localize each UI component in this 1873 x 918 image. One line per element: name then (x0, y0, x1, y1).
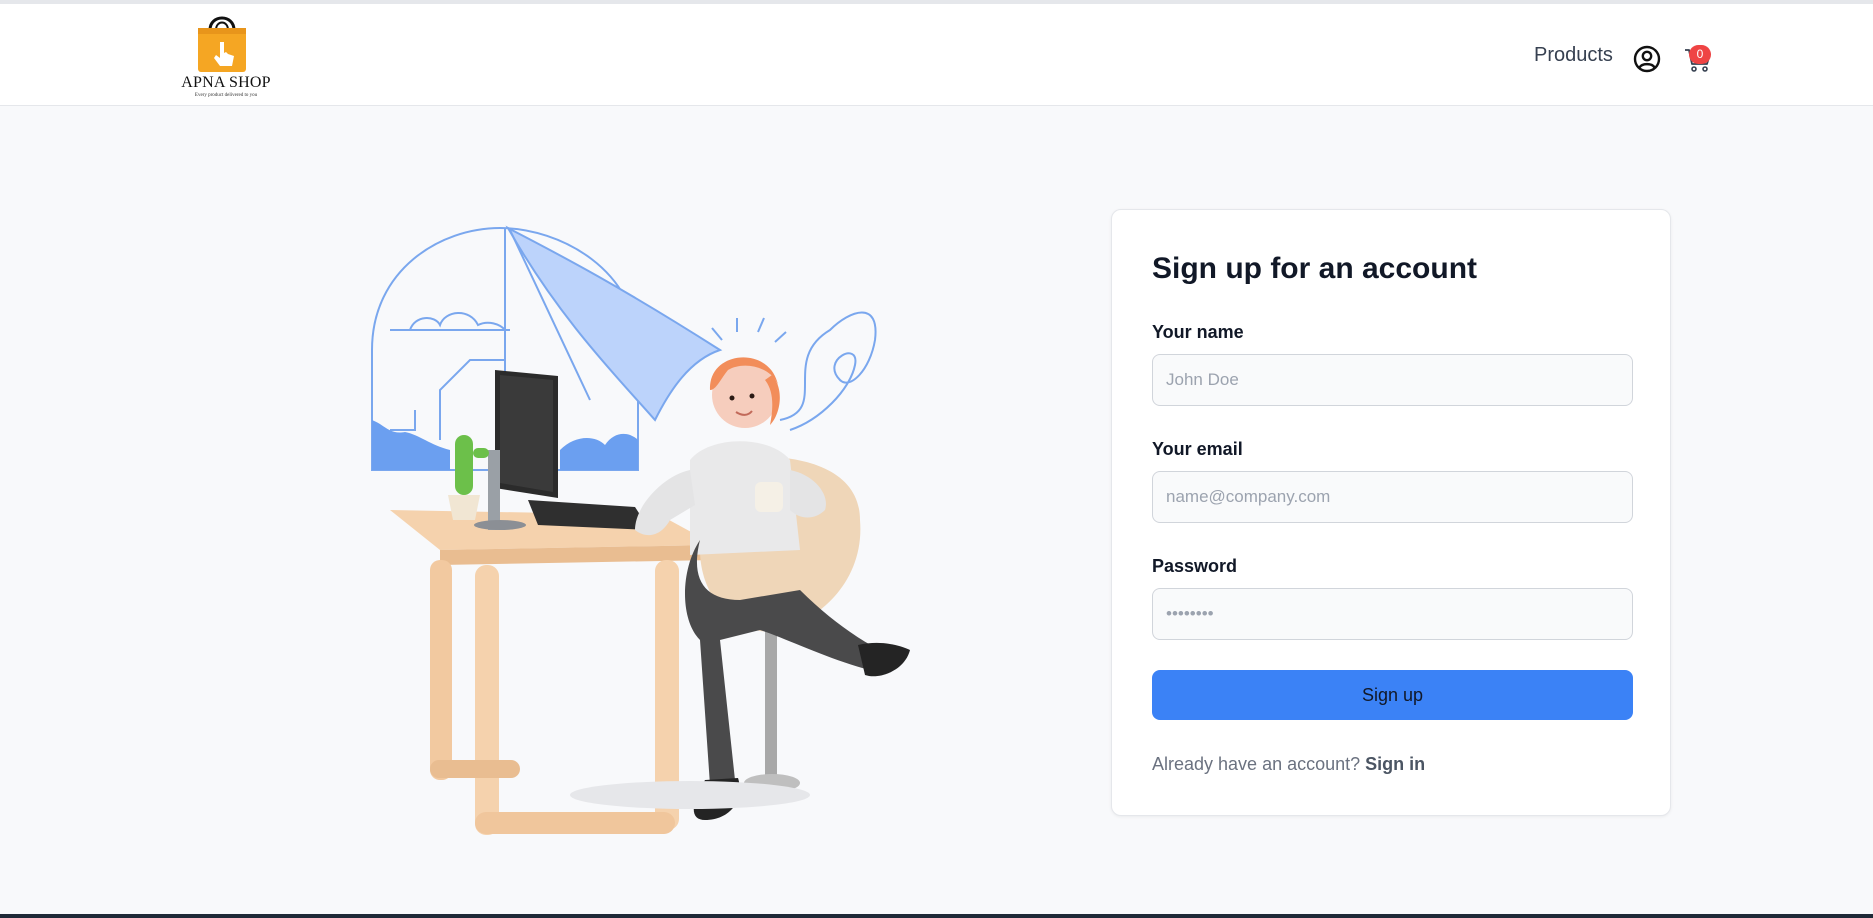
brand-logo[interactable]: APNA SHOP Every product delivered to you (180, 10, 272, 102)
signup-card: Sign up for an account Your name Your em… (1111, 209, 1671, 816)
have-account-text: Already have an account? (1152, 754, 1361, 774)
email-input[interactable] (1152, 471, 1633, 523)
woman-at-desk-illustration (360, 220, 920, 860)
page-title: Sign up for an account (1152, 252, 1478, 285)
cart-count-badge: 0 (1689, 45, 1711, 64)
shopping-bag-icon (198, 16, 246, 72)
name-input[interactable] (1152, 354, 1633, 406)
signin-prompt: Already have an account? Sign in (1152, 754, 1425, 775)
nav-products-link[interactable]: Products (1534, 44, 1613, 67)
password-label: Password (1152, 556, 1238, 576)
bottom-border (0, 914, 1873, 918)
name-label: Your name (1152, 322, 1244, 342)
email-label: Your email (1152, 439, 1243, 459)
sign-up-button[interactable]: Sign up (1152, 670, 1633, 720)
brand-tagline: Every product delivered to you (194, 93, 258, 98)
user-circle-icon[interactable] (1633, 45, 1661, 73)
sign-in-link[interactable]: Sign in (1365, 754, 1425, 774)
password-input[interactable] (1152, 588, 1633, 640)
brand-name: APNA SHOP (181, 74, 271, 91)
site-header: APNA SHOP Every product delivered to you… (0, 4, 1873, 106)
